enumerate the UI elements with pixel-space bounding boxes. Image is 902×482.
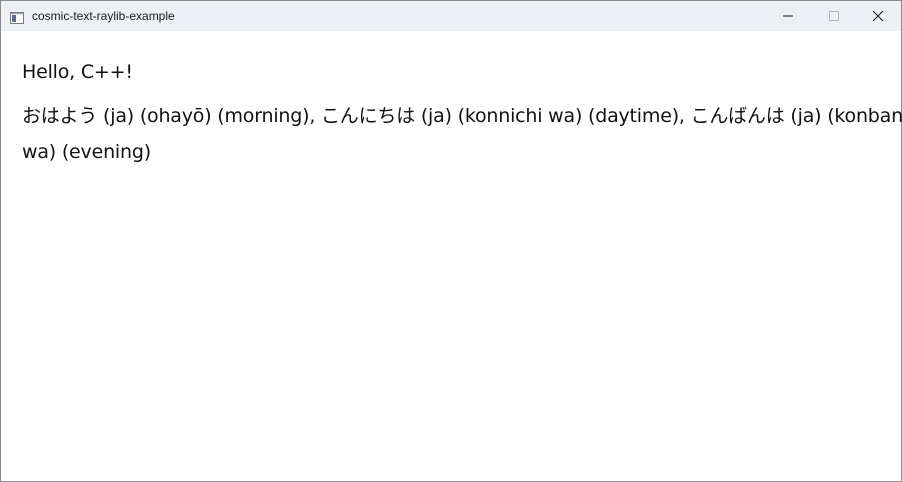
window-title: cosmic-text-raylib-example — [32, 9, 175, 23]
minimize-button[interactable] — [765, 1, 811, 31]
app-window: cosmic-text-raylib-example Hello, C++! お… — [0, 0, 902, 482]
close-button[interactable] — [855, 1, 901, 31]
title-bar[interactable]: cosmic-text-raylib-example — [1, 1, 901, 31]
text-canvas: Hello, C++! おはよう (ja) (ohayō) (morning),… — [1, 31, 902, 481]
minimize-icon — [782, 7, 794, 26]
text-line-hello: Hello, C++! — [22, 61, 133, 83]
text-line-greetings: おはよう (ja) (ohayō) (morning), こんにちは (ja) … — [22, 105, 902, 127]
close-icon — [872, 7, 884, 26]
maximize-button[interactable] — [811, 1, 857, 31]
text-line-greetings-wrap: wa) (evening) — [22, 141, 151, 163]
maximize-icon — [828, 7, 840, 26]
app-window-icon — [10, 9, 24, 24]
